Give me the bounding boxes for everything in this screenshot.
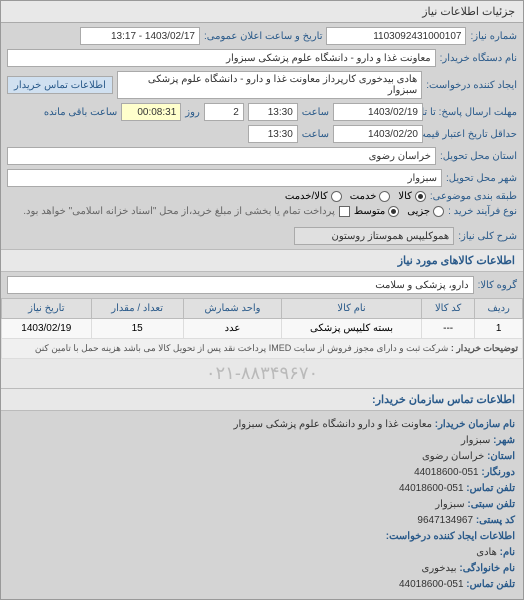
table-note-row: توضیحات خریدار : شرکت ثبت و دارای مجوز ف…: [2, 339, 523, 359]
request-no-label: شماره نیاز:: [470, 31, 517, 42]
c-cphone-label: تلفن تماس:: [466, 579, 515, 590]
valid-deadline-label: حداقل تاریخ اعتبار قیمت: تا تاریخ:: [427, 129, 517, 140]
days-label: روز: [185, 107, 200, 118]
radio-small[interactable]: [433, 206, 444, 217]
summary-label: شرح کلی نیاز:: [458, 231, 517, 242]
window-title: جزئیات اطلاعات نیاز: [1, 1, 523, 23]
province-value: خراسان رضوی: [7, 147, 436, 165]
c-org-label: نام سازمان خریدار:: [435, 419, 515, 430]
c-fname-label: نام:: [500, 547, 515, 558]
c-city: سبزوار: [461, 435, 490, 446]
creator-value: هادی بیدخوری کارپرداز معاونت غذا و دارو …: [117, 71, 422, 99]
radio-both[interactable]: [331, 191, 342, 202]
city-value: سبزوار: [7, 169, 442, 187]
response-deadline-label: مهلت ارسال پاسخ: تا تاریخ:: [427, 107, 517, 118]
c-org: معاونت غذا و دارو دانشگاه علوم پزشکی سبز…: [234, 419, 432, 430]
time-label-2: ساعت: [302, 129, 329, 140]
remaining-label: ساعت باقی مانده: [44, 107, 117, 118]
c-postcode: 9647134967: [417, 515, 473, 526]
remaining-time: 00:08:31: [121, 103, 181, 121]
c-creator-header: اطلاعات ایجاد کننده درخواست:: [386, 531, 515, 542]
cell-date: 1403/02/19: [2, 319, 92, 339]
days-count: 2: [204, 103, 244, 121]
province-label: استان محل تحویل:: [440, 151, 517, 162]
table-row[interactable]: 1 --- بسته کلیپس پزشکی عدد 15 1403/02/19: [2, 319, 523, 339]
items-table: ردیف کد کالا نام کالا واحد شمارش تعداد /…: [1, 298, 523, 359]
process-label: نوع فرآیند خرید :: [448, 206, 517, 217]
radio-goods-label: کالا: [398, 191, 412, 202]
summary-value: هموکلیپس هموستاز روستون: [294, 227, 454, 245]
note-text: شرکت ثبت و دارای مجوز فروش از سایت IMED …: [35, 343, 449, 353]
city-label: شهر محل تحویل:: [446, 173, 517, 184]
c-province: خراسان رضوی: [422, 451, 484, 462]
cell-idx: 1: [475, 319, 523, 339]
category-label: طبقه بندی موضوعی:: [430, 191, 517, 202]
col-qty: تعداد / مقدار: [91, 299, 183, 319]
time-label-1: ساعت: [302, 107, 329, 118]
items-section-header: اطلاعات کالاهای مورد نیاز: [1, 249, 523, 272]
cell-qty: 15: [91, 319, 183, 339]
org-label: نام دستگاه خریدار:: [440, 53, 517, 64]
cell-name: بسته کلیپس پزشکی: [282, 319, 422, 339]
group-label: گروه کالا:: [478, 280, 517, 291]
radio-small-label: جزیی: [407, 206, 430, 217]
valid-time: 13:30: [248, 125, 298, 143]
response-time: 13:30: [248, 103, 298, 121]
col-idx: ردیف: [475, 299, 523, 319]
c-switch: 051-44018600: [414, 467, 479, 478]
group-value: دارو، پزشکی و سلامت: [7, 276, 474, 294]
c-cphone: 051-44018600: [399, 579, 464, 590]
creator-label: ایجاد کننده درخواست:: [426, 80, 517, 91]
radio-goods[interactable]: [415, 191, 426, 202]
announce-value: 1403/02/17 - 13:17: [80, 27, 200, 45]
cell-code: ---: [421, 319, 475, 339]
watermark-row: ۰۲۱-۸۸۳۴۹۶۷۰: [1, 359, 523, 388]
c-phone: 051-44018600: [399, 483, 464, 494]
col-unit: واحد شمارش: [183, 299, 282, 319]
contact-section-header: اطلاعات تماس سازمان خریدار:: [1, 388, 523, 411]
treasury-checkbox[interactable]: [339, 206, 350, 217]
col-name: نام کالا: [282, 299, 422, 319]
col-code: کد کالا: [421, 299, 475, 319]
c-lname: بیدخوری: [422, 563, 457, 574]
c-city-label: شهر:: [493, 435, 515, 446]
table-header-row: ردیف کد کالا نام کالا واحد شمارش تعداد /…: [2, 299, 523, 319]
treasury-note: پرداخت تمام یا بخشی از مبلغ خرید،از محل …: [23, 206, 335, 217]
response-date: 1403/02/19: [333, 103, 423, 121]
watermark-text: ۰۲۱-۸۸۳۴۹۶۷۰: [1, 359, 523, 388]
c-province-label: استان:: [487, 451, 515, 462]
c-post: سبزوار: [435, 499, 464, 510]
process-radio-group: جزیی متوسط: [354, 206, 444, 217]
c-post-label: تلفن سبتی:: [467, 499, 515, 510]
c-switch-label: دورنگار:: [481, 467, 515, 478]
col-date: تاریخ نیاز: [2, 299, 92, 319]
note-label: توضیحات خریدار :: [451, 343, 518, 353]
radio-medium[interactable]: [388, 206, 399, 217]
category-radio-group: کالا خدمت کالا/خدمت: [285, 191, 426, 202]
contact-section: نام سازمان خریدار: معاونت غذا و دارو دان…: [1, 411, 523, 599]
c-phone-label: تلفن تماس:: [466, 483, 515, 494]
radio-medium-label: متوسط: [354, 206, 385, 217]
request-no-value: 1103092431000107: [326, 27, 466, 45]
c-postcode-label: کد پستی:: [476, 515, 515, 526]
contact-info-button[interactable]: اطلاعات تماس خریدار: [7, 76, 113, 94]
valid-date: 1403/02/20: [333, 125, 423, 143]
radio-service-label: خدمت: [350, 191, 377, 202]
org-value: معاونت غذا و دارو - دانشگاه علوم پزشکی س…: [7, 49, 436, 67]
radio-both-label: کالا/خدمت: [285, 191, 328, 202]
radio-service[interactable]: [379, 191, 390, 202]
c-fname: هادی: [476, 547, 497, 558]
announce-label: تاریخ و ساعت اعلان عمومی:: [204, 31, 323, 42]
c-lname-label: نام خانوادگی:: [459, 563, 515, 574]
cell-unit: عدد: [183, 319, 282, 339]
